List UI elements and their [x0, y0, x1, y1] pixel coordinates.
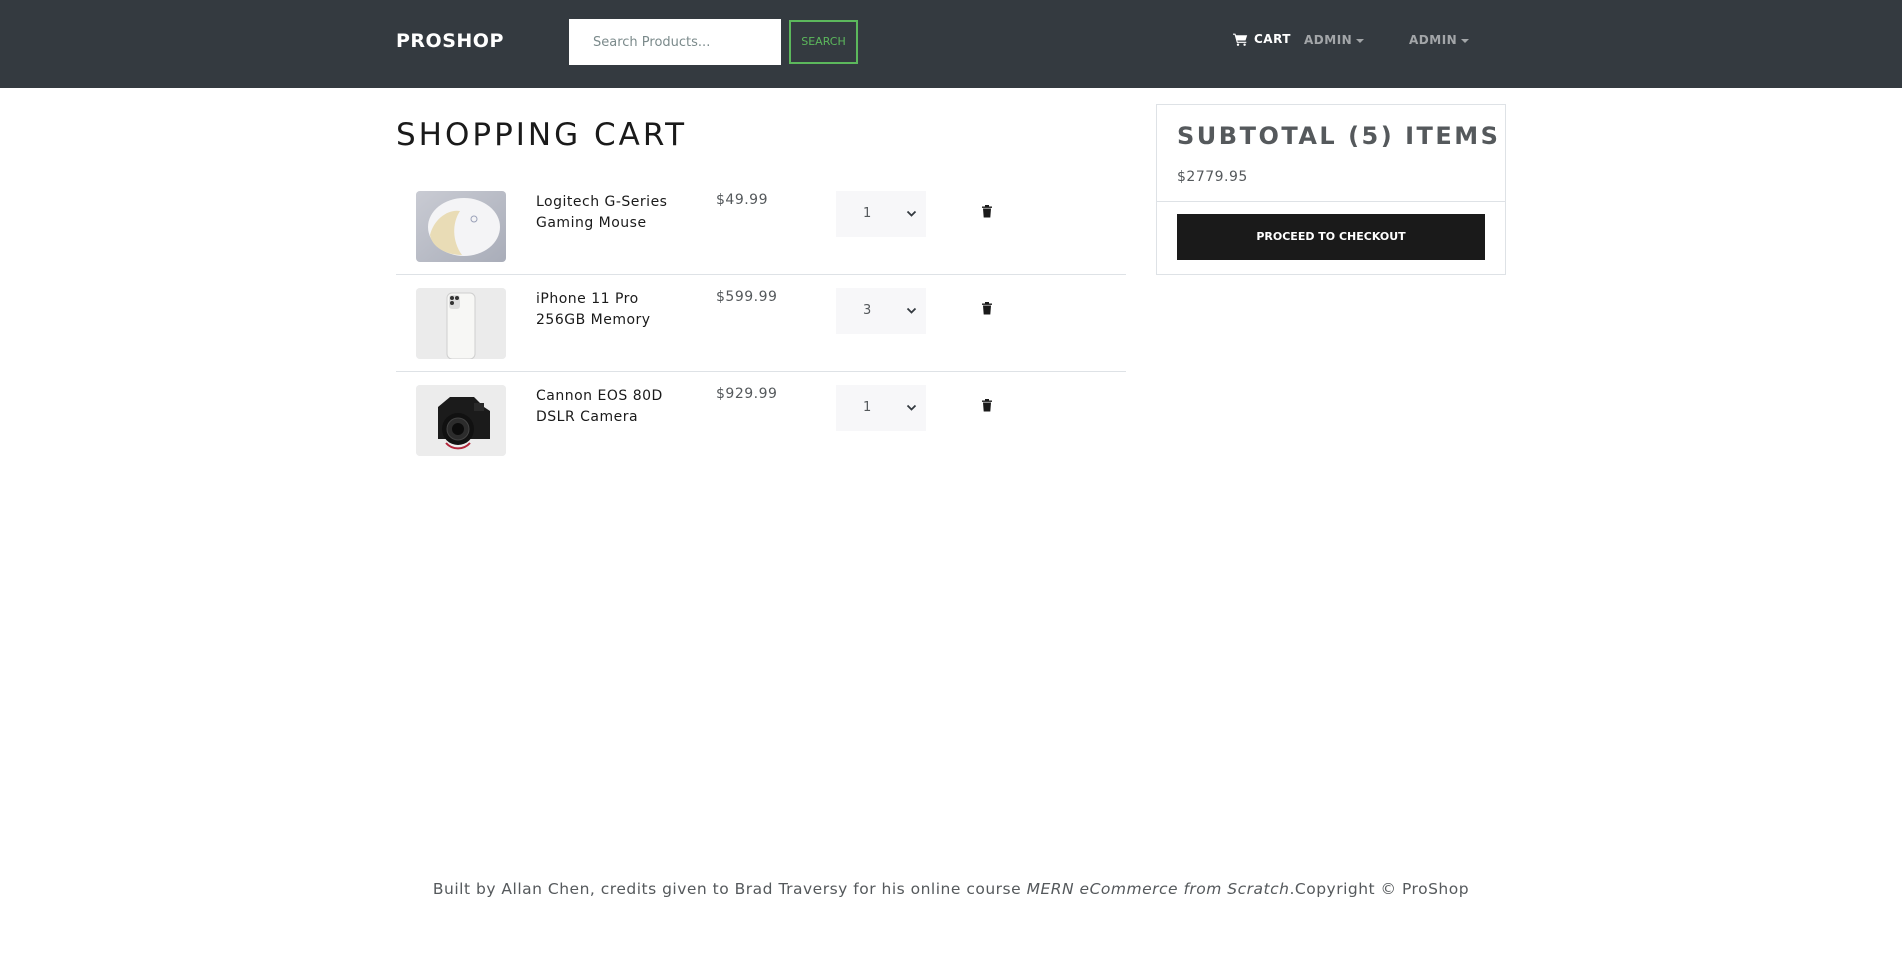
- footer: Built by Allan Chen, credits given to Br…: [0, 880, 1902, 898]
- product-name-link[interactable]: Logitech G-Series Gaming Mouse: [536, 192, 676, 234]
- subtotal-heading: SUBTOTAL (5) ITEMS: [1177, 122, 1501, 150]
- admin-menu-label: ADMIN: [1409, 33, 1458, 47]
- product-image[interactable]: [416, 288, 506, 359]
- chevron-down-icon: [906, 210, 917, 217]
- footer-course-title: MERN eCommerce from Scratch: [1026, 880, 1290, 898]
- trash-icon[interactable]: [980, 204, 994, 218]
- caret-down-icon: [1461, 38, 1470, 43]
- admin-menu-toggle-2[interactable]: ADMIN: [1409, 33, 1470, 47]
- product-name-link[interactable]: Cannon EOS 80D DSLR Camera: [536, 386, 676, 428]
- caret-down-icon: [1356, 38, 1365, 43]
- quantity-select[interactable]: 3: [836, 288, 926, 334]
- chevron-down-icon: [906, 307, 917, 314]
- mouse-image: [416, 191, 506, 262]
- brand-logo[interactable]: PROSHOP: [396, 30, 504, 52]
- cart-item-row: Logitech G-Series Gaming Mouse $49.99 1: [396, 178, 1126, 275]
- product-price: $49.99: [716, 192, 768, 208]
- page-title: SHOPPING CART: [396, 117, 688, 153]
- quantity-value: 1: [863, 400, 872, 415]
- search-input[interactable]: [569, 19, 781, 65]
- quantity-select[interactable]: 1: [836, 191, 926, 237]
- subtotal-card: SUBTOTAL (5) ITEMS $2779.95 PROCEED TO C…: [1156, 104, 1506, 275]
- nav-cart-link[interactable]: CART: [1233, 32, 1291, 46]
- admin-menu-label: ADMIN: [1304, 33, 1353, 47]
- admin-menu-toggle[interactable]: ADMIN: [1304, 33, 1365, 47]
- proceed-to-checkout-button[interactable]: PROCEED TO CHECKOUT: [1177, 214, 1485, 260]
- phone-image: [416, 288, 506, 359]
- product-image[interactable]: [416, 385, 506, 456]
- search-button[interactable]: SEARCH: [789, 20, 858, 64]
- cart-item-row: iPhone 11 Pro 256GB Memory $599.99 3: [396, 275, 1126, 372]
- subtotal-amount: $2779.95: [1177, 169, 1248, 185]
- trash-icon[interactable]: [980, 301, 994, 315]
- quantity-value: 1: [863, 206, 872, 221]
- product-image[interactable]: [416, 191, 506, 262]
- shopping-cart-icon: [1233, 33, 1248, 46]
- cart-item-row: Cannon EOS 80D DSLR Camera $929.99 1: [396, 372, 1126, 469]
- chevron-down-icon: [906, 404, 917, 411]
- trash-icon[interactable]: [980, 398, 994, 412]
- navbar: PROSHOP SEARCH CART ADMIN ADMIN: [0, 0, 1902, 88]
- quantity-select[interactable]: 1: [836, 385, 926, 431]
- footer-credit-text: Built by Allan Chen, credits given to Br…: [432, 880, 1027, 898]
- product-price: $929.99: [716, 386, 778, 402]
- product-name-link[interactable]: iPhone 11 Pro 256GB Memory: [536, 289, 676, 331]
- camera-image: [416, 385, 506, 456]
- divider: [1157, 201, 1505, 202]
- nav-cart-label: CART: [1254, 32, 1291, 46]
- quantity-value: 3: [863, 303, 872, 318]
- product-price: $599.99: [716, 289, 778, 305]
- footer-copyright: .Copyright © ProShop: [1289, 880, 1470, 898]
